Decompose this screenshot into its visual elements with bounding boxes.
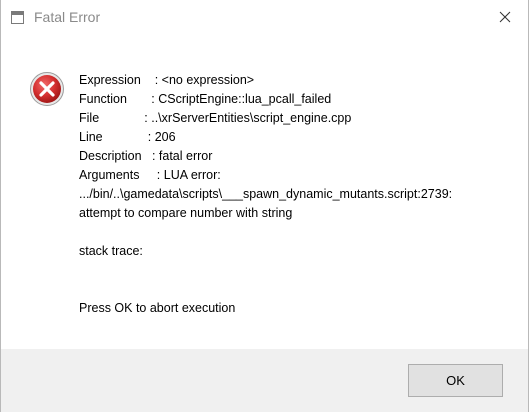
script-path-line: .../bin/..\gamedata\scripts\___spawn_dyn… xyxy=(79,187,453,201)
error-message: Expression : <no expression> Function : … xyxy=(79,71,519,318)
function-line: Function : CScriptEngine::lua_pcall_fail… xyxy=(79,92,332,106)
ok-button[interactable]: OK xyxy=(408,364,503,397)
error-icon xyxy=(30,72,64,106)
close-button[interactable] xyxy=(490,2,520,32)
file-line: File : ..\xrServerEntities\script_engine… xyxy=(79,111,352,125)
fatal-error-dialog: Fatal Error Expression : <no expression>… xyxy=(0,0,529,412)
expression-line: Expression : <no expression> xyxy=(79,73,255,87)
arguments-line: Arguments : LUA error: xyxy=(79,168,221,182)
button-bar: OK xyxy=(1,349,528,412)
error-detail-line: attempt to compare number with string xyxy=(79,206,293,220)
title-bar[interactable]: Fatal Error xyxy=(1,0,528,36)
application-window-icon xyxy=(11,11,24,24)
abort-prompt: Press OK to abort execution xyxy=(79,301,236,315)
dialog-content: Expression : <no expression> Function : … xyxy=(1,36,528,349)
description-line: Description : fatal error xyxy=(79,149,213,163)
stack-trace-label: stack trace: xyxy=(79,244,143,258)
close-icon xyxy=(499,11,511,23)
line-number-line: Line : 206 xyxy=(79,130,176,144)
window-title: Fatal Error xyxy=(34,9,101,25)
